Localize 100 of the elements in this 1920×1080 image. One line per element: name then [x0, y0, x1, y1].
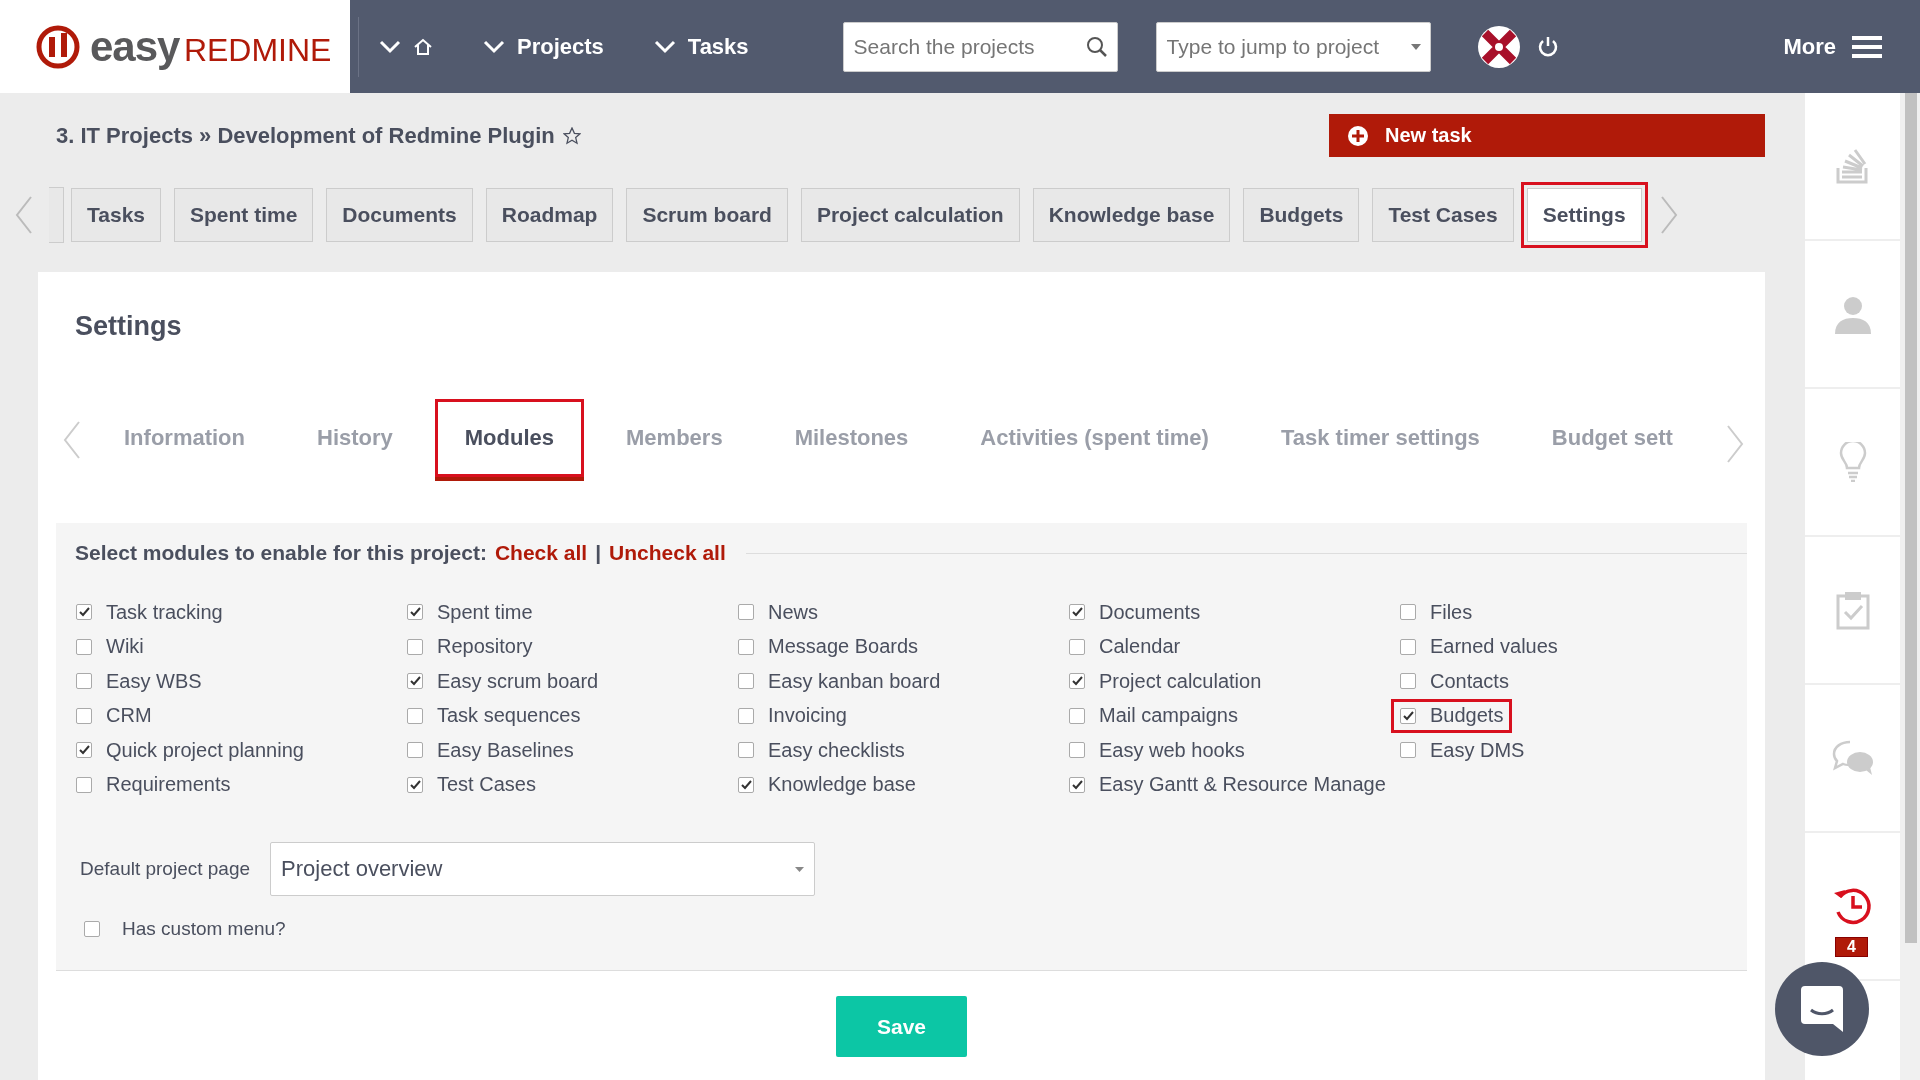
scroll-left-icon[interactable]	[62, 419, 82, 460]
module-label: Mail campaigns	[1099, 704, 1238, 728]
menu-tab[interactable]: Knowledge base	[1032, 188, 1231, 242]
module-label: Easy web hooks	[1099, 738, 1245, 762]
checkbox[interactable]	[738, 707, 754, 724]
checkbox[interactable]	[1069, 604, 1085, 621]
more-menu[interactable]: More	[1783, 33, 1836, 60]
checkbox[interactable]	[1400, 638, 1416, 655]
menu-tab[interactable]: Test Cases	[1372, 188, 1514, 242]
separator: |	[595, 541, 602, 565]
home-icon[interactable]	[413, 37, 433, 56]
checkbox[interactable]	[76, 707, 92, 724]
checkbox[interactable]	[84, 921, 100, 937]
count-badge: 4	[1835, 937, 1868, 957]
scroll-right-icon[interactable]	[1725, 424, 1745, 464]
checkbox[interactable]	[76, 776, 92, 793]
module-label: Contacts	[1430, 669, 1509, 693]
uncheck-all-link[interactable]: Uncheck all	[609, 541, 726, 565]
checkbox[interactable]	[407, 707, 423, 724]
checkbox[interactable]	[738, 604, 754, 621]
checkbox[interactable]	[407, 742, 423, 759]
default-page-select[interactable]: Project overview	[270, 842, 816, 896]
chat-icon	[1799, 984, 1845, 1034]
nav-menu[interactable]: Tasks	[687, 33, 749, 60]
checkbox[interactable]	[76, 673, 92, 690]
lightbulb-icon[interactable]	[1838, 442, 1867, 482]
avatar-icon[interactable]	[1476, 24, 1521, 69]
checkbox[interactable]	[1069, 638, 1085, 655]
check-all-link[interactable]: Check all	[494, 541, 588, 565]
checkbox[interactable]	[407, 638, 423, 655]
dropdown-arrow-icon	[795, 866, 805, 872]
menu-tab[interactable]: Spent time	[174, 188, 314, 242]
nav-menu[interactable]: Projects	[517, 33, 604, 60]
checkbox[interactable]	[76, 604, 92, 621]
module-label: Project calculation	[1099, 669, 1262, 693]
checkbox[interactable]	[1400, 673, 1416, 690]
person-icon[interactable]	[1832, 294, 1873, 334]
section-heading: Select modules to enable for this project:	[75, 541, 487, 565]
checkbox-label: Has custom menu?	[122, 918, 286, 940]
module-label: Easy kanban board	[768, 669, 941, 693]
checkbox[interactable]	[1400, 742, 1416, 759]
checkbox[interactable]	[738, 776, 754, 793]
logo[interactable]: easyREDMINE	[0, 0, 350, 93]
checkbox[interactable]	[1400, 707, 1416, 724]
section-tab[interactable]: Modules	[440, 404, 579, 471]
checkbox[interactable]	[1069, 707, 1085, 724]
tab-edge[interactable]	[49, 187, 64, 243]
module-label: Invoicing	[768, 704, 847, 728]
star-icon[interactable]	[562, 126, 581, 145]
module-label: Wiki	[106, 635, 144, 659]
plus-icon	[1347, 124, 1369, 147]
module-label: CRM	[106, 704, 152, 728]
chevron-icon	[379, 39, 401, 54]
checkbox[interactable]	[407, 673, 423, 690]
module-label: Easy Baselines	[437, 738, 574, 762]
module-label: Requirements	[106, 773, 231, 797]
breadcrumb[interactable]: 3. IT Projects » Development of Redmine Plugin	[38, 122, 555, 149]
module-label: Files	[1430, 600, 1473, 624]
module-label: Calendar	[1099, 635, 1181, 659]
menu-tab[interactable]: Roadmap	[485, 188, 614, 242]
search-field[interactable]: Search the projects	[842, 21, 1118, 72]
chevron-icon	[653, 39, 676, 54]
menu-tab[interactable]: Scrum board	[626, 188, 788, 242]
checkbox[interactable]	[407, 776, 423, 793]
menu-icon[interactable]	[1852, 35, 1882, 58]
clipboard-check-icon[interactable]	[1835, 590, 1870, 630]
power-icon[interactable]	[1536, 35, 1559, 58]
checkbox[interactable]	[76, 742, 92, 759]
module-label: Documents	[1099, 600, 1201, 624]
checkbox[interactable]	[407, 604, 423, 621]
stack-icon[interactable]	[1835, 148, 1870, 184]
page-title: Settings	[75, 311, 182, 342]
chat-icon[interactable]	[1831, 740, 1874, 776]
menu-tab[interactable]: Project calculation	[800, 188, 1020, 242]
search-icon[interactable]	[1085, 35, 1108, 58]
checkbox[interactable]	[1069, 776, 1085, 793]
checkbox[interactable]	[1069, 742, 1085, 759]
menu-tab[interactable]: Documents	[326, 188, 473, 242]
module-label: Easy scrum board	[437, 669, 599, 693]
menu-tab[interactable]: Budgets	[1243, 188, 1360, 242]
menu-tab[interactable]: Tasks	[71, 188, 161, 242]
field-label: Default project page	[80, 858, 251, 880]
checkbox[interactable]	[1069, 673, 1085, 690]
checkbox[interactable]	[738, 742, 754, 759]
new-task-button[interactable]: New task	[1329, 114, 1765, 157]
module-label: Repository	[437, 635, 533, 659]
module-label: Task sequences	[437, 704, 581, 728]
menu-tab[interactable]: Settings	[1526, 188, 1642, 242]
checkbox[interactable]	[738, 673, 754, 690]
checkbox[interactable]	[76, 638, 92, 655]
scroll-right-icon[interactable]	[1658, 195, 1679, 235]
scroll-left-icon[interactable]	[14, 195, 34, 235]
module-label: Easy WBS	[106, 669, 202, 693]
jump-field[interactable]: Type to jump to project	[1155, 21, 1431, 72]
checkbox[interactable]	[738, 638, 754, 655]
module-label: Easy DMS	[1430, 738, 1525, 762]
module-label: Spent time	[437, 600, 533, 624]
module-label: Message Boards	[768, 635, 919, 659]
checkbox[interactable]	[1400, 604, 1416, 621]
scrollbar[interactable]	[1900, 93, 1920, 1080]
